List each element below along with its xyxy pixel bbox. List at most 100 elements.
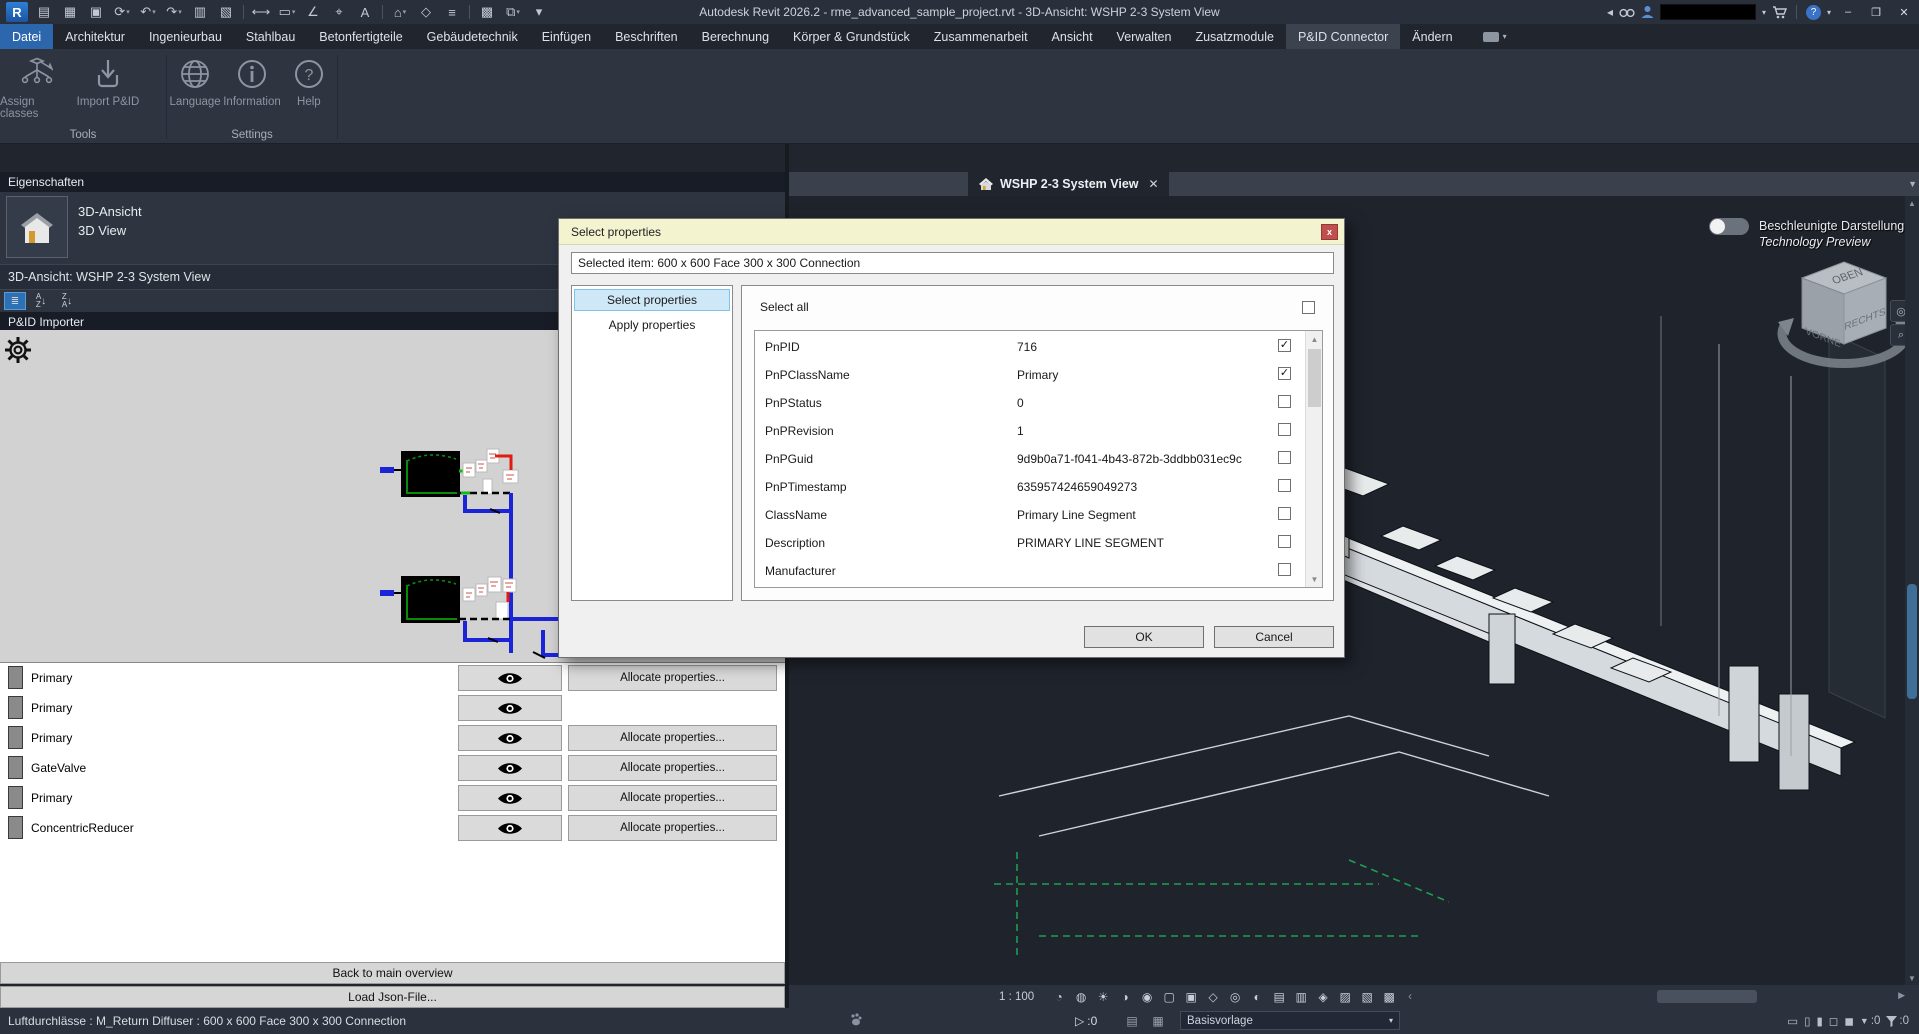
property-checkbox[interactable]: [1278, 479, 1291, 492]
sync-icon[interactable]: ⟳▾: [110, 2, 134, 22]
scroll-down-icon[interactable]: ▼: [1905, 971, 1919, 985]
shadows-icon[interactable]: ◑: [1116, 988, 1134, 1006]
ribbon-tab-datei[interactable]: Datei: [0, 24, 53, 49]
allocate-properties-button[interactable]: Allocate properties...: [568, 725, 777, 751]
visibility-eye-button[interactable]: [458, 695, 562, 721]
language-button[interactable]: Language: [167, 53, 223, 108]
ribbon-tab-berechnung[interactable]: Berechnung: [690, 24, 781, 49]
view-tab-wshp[interactable]: WSHP 2-3 System View ✕: [968, 172, 1169, 196]
scroll-up-icon[interactable]: ▲: [1905, 196, 1919, 210]
property-checkbox[interactable]: [1278, 507, 1291, 520]
revit-logo-icon[interactable]: R: [6, 2, 28, 22]
sort-descending-icon[interactable]: ZA↓: [56, 292, 78, 310]
modify-panel-dropdown[interactable]: ▾: [1475, 24, 1515, 49]
undo-icon[interactable]: ↶▾: [136, 2, 160, 22]
property-checkbox[interactable]: ✓: [1278, 339, 1291, 352]
account-name-box[interactable]: [1660, 4, 1756, 20]
user-icon[interactable]: [1641, 5, 1654, 19]
filter-indicator[interactable]: :0: [1886, 1015, 1909, 1027]
help-button[interactable]: ?Help: [281, 53, 337, 108]
crop-view-icon[interactable]: ▢: [1160, 988, 1178, 1006]
default-3d-view-icon[interactable]: ⌂▾: [388, 2, 412, 22]
ribbon-tab-ansicht[interactable]: Ansicht: [1040, 24, 1105, 49]
load-json-file-button[interactable]: Load Json-File...: [0, 986, 785, 1008]
back-arrow-icon[interactable]: ◂: [1607, 5, 1613, 19]
allocate-properties-button[interactable]: Allocate properties...: [568, 785, 777, 811]
allocate-properties-button[interactable]: Allocate properties...: [568, 755, 777, 781]
print-icon[interactable]: ▥: [188, 2, 212, 22]
dialog-title-bar[interactable]: Select properties: [559, 219, 1344, 245]
import-pid-button[interactable]: Import P&ID: [72, 53, 144, 108]
help-caret-icon[interactable]: ▾: [1827, 8, 1831, 17]
property-checkbox[interactable]: [1278, 535, 1291, 548]
reveal-hidden-elements-icon[interactable]: ◐: [1248, 988, 1266, 1006]
list-scroll-thumb[interactable]: [1308, 349, 1321, 407]
allocate-properties-button[interactable]: Allocate properties...: [568, 665, 777, 691]
property-checkbox[interactable]: [1278, 423, 1291, 436]
app-store-cart-icon[interactable]: [1772, 6, 1787, 19]
information-button[interactable]: Information: [223, 53, 281, 108]
design-options-icon[interactable]: ▦: [1148, 1014, 1168, 1028]
temporary-hide-isolate-icon[interactable]: ◎: [1226, 988, 1244, 1006]
ribbon-tab-stahlbau[interactable]: Stahlbau: [234, 24, 307, 49]
visibility-eye-button[interactable]: [458, 725, 562, 751]
ribbon-tab-architektur[interactable]: Architektur: [53, 24, 137, 49]
visibility-eye-button[interactable]: [458, 665, 562, 691]
accelerated-graphics-toggle[interactable]: [1709, 218, 1749, 235]
ribbon-tab-ingenieurbau[interactable]: Ingenieurbau: [137, 24, 234, 49]
lock-3d-view-icon[interactable]: ◇: [1204, 988, 1222, 1006]
reveal-constraints-icon[interactable]: ▨: [1336, 988, 1354, 1006]
sort-default-icon[interactable]: ≣: [4, 292, 26, 310]
ribbon-tab-k-rper-grundst-ck[interactable]: Körper & Grundstück: [781, 24, 922, 49]
back-to-main-overview-button[interactable]: Back to main overview: [0, 962, 785, 984]
select-all-checkbox[interactable]: [1302, 301, 1315, 314]
close-button[interactable]: ✕: [1893, 2, 1915, 22]
type-selector-thumbnail[interactable]: [6, 196, 68, 258]
dialog-close-button[interactable]: x: [1321, 224, 1338, 240]
view-vertical-scrollbar[interactable]: ▲ ▼: [1905, 196, 1919, 985]
visibility-eye-button[interactable]: [458, 755, 562, 781]
properties-palette-header[interactable]: Eigenschaften: [0, 172, 785, 192]
sort-ascending-icon[interactable]: AZ↓: [30, 292, 52, 310]
cancel-button[interactable]: Cancel: [1214, 626, 1334, 648]
scroll-right-icon[interactable]: ▶: [1898, 990, 1905, 1001]
displaced-elements-icon[interactable]: ◈: [1314, 988, 1332, 1006]
account-caret-icon[interactable]: ▾: [1762, 8, 1766, 17]
worksets-icon[interactable]: ▤: [1122, 1014, 1142, 1028]
view-scale-button[interactable]: 1 : 100: [999, 991, 1034, 1003]
search-binoculars-icon[interactable]: [1619, 6, 1635, 18]
visual-style-icon[interactable]: ◍: [1072, 988, 1090, 1006]
ribbon-tab-zusatzmodule[interactable]: Zusatzmodule: [1183, 24, 1286, 49]
editing-requests-indicator[interactable]: ▷ :0: [1075, 1014, 1097, 1028]
help-icon[interactable]: ?: [1806, 5, 1821, 20]
properties-list-scrollbar[interactable]: ▲ ▼: [1305, 331, 1322, 587]
assign-classes-button[interactable]: Assign classes: [0, 53, 72, 120]
ok-button[interactable]: OK: [1084, 626, 1204, 648]
measure-icon[interactable]: ▭▾: [275, 2, 299, 22]
close-inactive-views-icon[interactable]: ▩: [475, 2, 499, 22]
settings-gear-icon[interactable]: [4, 336, 32, 364]
angle-icon[interactable]: ∠: [301, 2, 325, 22]
crop-region-icon[interactable]: ▣: [1182, 988, 1200, 1006]
list-scroll-up-icon[interactable]: ▲: [1306, 331, 1323, 347]
redo-icon[interactable]: ↷▾: [162, 2, 186, 22]
collapse-bar-icon[interactable]: ‹: [1408, 991, 1412, 1003]
ribbon-tab-zusammenarbeit[interactable]: Zusammenarbeit: [922, 24, 1040, 49]
list-scroll-down-icon[interactable]: ▼: [1306, 571, 1323, 587]
ribbon-tab-beschriften[interactable]: Beschriften: [603, 24, 690, 49]
ribbon-tab-p-id-connector[interactable]: P&ID Connector: [1286, 24, 1400, 49]
visibility-eye-button[interactable]: [458, 785, 562, 811]
view-tab-close-icon[interactable]: ✕: [1149, 177, 1159, 191]
switch-windows-icon[interactable]: ⧉▾: [501, 2, 525, 22]
thin-lines-icon[interactable]: ≡: [440, 2, 464, 22]
sheet-icon[interactable]: ▧: [214, 2, 238, 22]
project-icon[interactable]: ▤: [32, 2, 56, 22]
tab-list-caret-icon[interactable]: ▼: [1904, 172, 1919, 196]
section-icon[interactable]: ◇: [414, 2, 438, 22]
design-option-dropdown[interactable]: Basisvorlage ▾: [1180, 1011, 1400, 1030]
selection-toggle-indicator[interactable]: ▼ :0: [1860, 1015, 1881, 1027]
property-checkbox[interactable]: [1278, 563, 1291, 576]
ribbon-tab-einf-gen[interactable]: Einfügen: [530, 24, 603, 49]
dialog-nav-select-properties[interactable]: Select properties: [574, 289, 730, 311]
ribbon-tab-geb-udetechnik[interactable]: Gebäudetechnik: [415, 24, 530, 49]
